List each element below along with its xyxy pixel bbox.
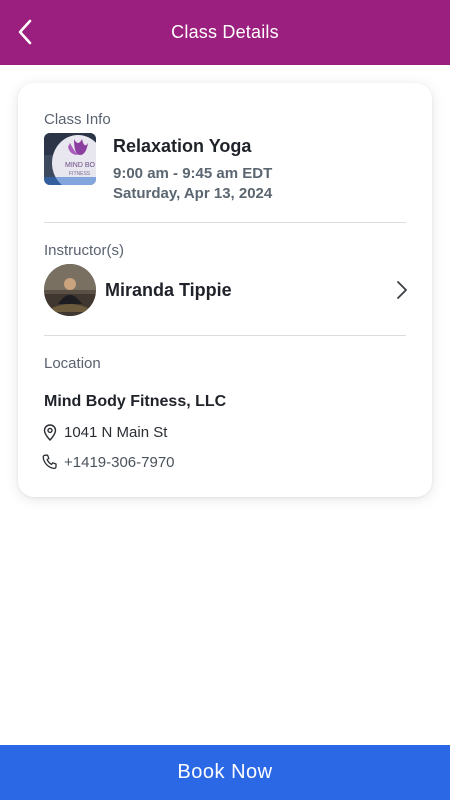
divider (44, 335, 406, 336)
phone-row[interactable]: +1419-306-7970 (42, 453, 175, 471)
avatar (44, 264, 96, 316)
instructor-row[interactable]: Miranda Tippie (40, 261, 412, 319)
book-now-button[interactable]: Book Now (0, 745, 450, 800)
back-button[interactable] (10, 17, 40, 47)
class-date: Saturday, Apr 13, 2024 (113, 185, 273, 202)
address-row[interactable]: 1041 N Main St (42, 423, 167, 441)
class-details-card: Class Info MIND BO FITNESS Relaxation Yo… (18, 83, 432, 497)
class-thumbnail: MIND BO FITNESS (44, 133, 96, 185)
phone-text: +1419-306-7970 (64, 453, 175, 471)
instructor-label: Instructor(s) (44, 242, 125, 259)
chevron-left-icon (18, 19, 32, 45)
location-name: Mind Body Fitness, LLC (44, 393, 227, 410)
class-name: Relaxation Yoga (113, 136, 252, 156)
class-info-label: Class Info (44, 111, 111, 128)
svg-text:MIND BO: MIND BO (65, 162, 96, 169)
address-text: 1041 N Main St (64, 423, 168, 441)
class-time: 9:00 am - 9:45 am EDT (113, 165, 273, 182)
instructor-name: Miranda Tippie (105, 279, 232, 300)
location-label: Location (44, 355, 101, 372)
phone-icon (42, 453, 58, 471)
chevron-right-icon (392, 278, 412, 302)
map-pin-icon (42, 423, 58, 441)
app-header: Class Details (0, 0, 450, 65)
page-title: Class Details (171, 22, 279, 42)
svg-text:FITNESS: FITNESS (69, 171, 91, 177)
divider (44, 222, 406, 223)
